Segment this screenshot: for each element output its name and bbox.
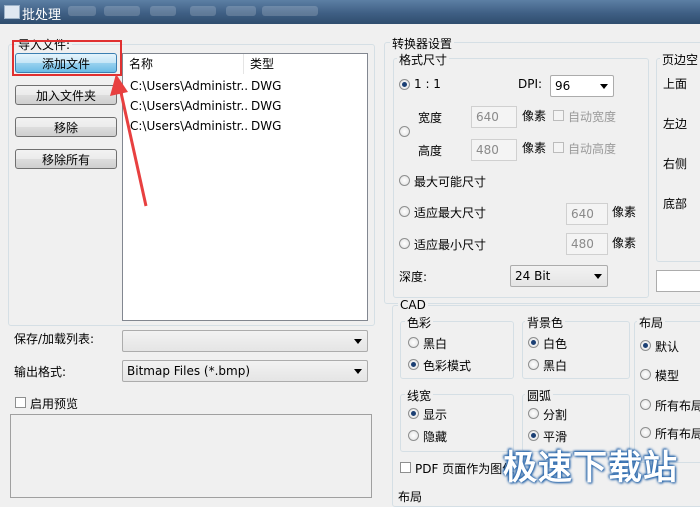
- file-row-type[interactable]: DWG: [245, 116, 351, 136]
- fit-min-unit-label: 像素: [612, 236, 637, 250]
- auto-width-label: 自动宽度: [568, 110, 617, 124]
- format-size-label: 格式尺寸: [397, 51, 450, 68]
- chevron-down-icon: [600, 84, 608, 89]
- bg-white-label: 白色: [543, 337, 568, 351]
- color-bw-radio[interactable]: [408, 337, 419, 348]
- enable-preview-checkbox[interactable]: [15, 397, 26, 408]
- layout-all2-radio[interactable]: [640, 427, 651, 438]
- fit-max-radio[interactable]: [399, 206, 410, 217]
- depth-value: 24 Bit: [515, 269, 551, 283]
- layout-all-radio[interactable]: [640, 399, 651, 410]
- height-input[interactable]: 480: [471, 139, 517, 161]
- watermark-logo: 极速下载站: [503, 448, 678, 488]
- pdf-as-image-checkbox[interactable]: [400, 462, 411, 473]
- layout-label: 布局: [637, 314, 666, 331]
- app-icon: [4, 5, 20, 19]
- arc-split-radio[interactable]: [528, 408, 539, 419]
- preview-area: [10, 414, 372, 498]
- blurred-tab: [104, 6, 140, 16]
- depth-label: 深度:: [399, 270, 428, 284]
- custom-size-radio[interactable]: [399, 126, 410, 137]
- color-mode-label: 色彩模式: [423, 359, 472, 373]
- margin-bottom-label: 底部: [663, 197, 688, 211]
- fit-min-label: 适应最小尺寸: [414, 238, 487, 252]
- enable-preview-label: 启用预览: [30, 397, 79, 411]
- bg-bw-label: 黑白: [543, 359, 568, 373]
- lineweight-label: 线宽: [405, 387, 434, 404]
- color-bw-label: 黑白: [423, 337, 448, 351]
- width-unit-label: 像素: [522, 109, 547, 123]
- layout-model-radio[interactable]: [640, 369, 651, 380]
- auto-height-checkbox[interactable]: [553, 142, 564, 153]
- fit-max-label: 适应最大尺寸: [414, 206, 487, 220]
- blurred-tab: [190, 6, 216, 16]
- arc-label: 圆弧: [525, 387, 554, 404]
- blurred-tab: [150, 6, 176, 16]
- height-label: 高度: [418, 144, 443, 158]
- lineweight-hide-label: 隐藏: [423, 430, 448, 444]
- layout-default-label: 默认: [655, 340, 680, 354]
- column-header-type[interactable]: 类型: [244, 54, 365, 74]
- margin-top-label: 上面: [663, 77, 688, 91]
- annotation-arrow-icon: [110, 74, 148, 207]
- title-bar: 批处理: [0, 0, 700, 24]
- max-possible-label: 最大可能尺寸: [414, 175, 487, 189]
- blurred-tab: [262, 6, 318, 16]
- file-row-type[interactable]: DWG: [245, 96, 351, 116]
- bg-white-radio[interactable]: [528, 337, 539, 348]
- background-label: 背景色: [525, 314, 566, 331]
- chevron-down-icon: [354, 369, 362, 374]
- blurred-tab: [226, 6, 256, 16]
- lineweight-hide-radio[interactable]: [408, 430, 419, 441]
- cad-label: CAD: [398, 298, 428, 312]
- fit-min-radio[interactable]: [399, 238, 410, 249]
- auto-width-checkbox[interactable]: [553, 110, 564, 121]
- margins-label: 页边空: [660, 51, 700, 68]
- fit-min-input[interactable]: 480: [566, 233, 608, 255]
- max-possible-radio[interactable]: [399, 175, 410, 186]
- ratio-1-1-radio[interactable]: [399, 79, 410, 90]
- converter-settings-label: 转换器设置: [390, 35, 455, 52]
- color-mode-radio[interactable]: [408, 359, 419, 370]
- width-label: 宽度: [418, 111, 443, 125]
- output-format-value: Bitmap Files (*.bmp): [127, 364, 250, 378]
- fit-max-unit-label: 像素: [612, 205, 637, 219]
- fit-max-input[interactable]: 640: [566, 203, 608, 225]
- depth-select[interactable]: 24 Bit: [510, 265, 608, 287]
- margin-right-label: 右侧: [663, 157, 688, 171]
- layout-model-label: 模型: [655, 369, 680, 383]
- arc-split-label: 分割: [543, 408, 568, 422]
- file-row-type[interactable]: DWG: [245, 76, 351, 96]
- height-unit-label: 像素: [522, 141, 547, 155]
- layout-default-radio[interactable]: [640, 340, 651, 351]
- pdf-as-image-label: PDF 页面作为图像: [415, 462, 515, 476]
- blurred-tab: [68, 6, 96, 16]
- dpi-label: DPI:: [518, 77, 543, 91]
- save-load-list-label: 保存/加载列表:: [14, 332, 95, 346]
- lineweight-show-label: 显示: [423, 408, 448, 422]
- chevron-down-icon: [354, 339, 362, 344]
- dpi-select[interactable]: 96: [550, 75, 614, 97]
- window-title: 批处理: [22, 8, 62, 23]
- auto-height-label: 自动高度: [568, 142, 617, 156]
- output-format-select[interactable]: Bitmap Files (*.bmp): [122, 360, 368, 382]
- ratio-1-1-label: 1 : 1: [414, 77, 441, 91]
- width-input[interactable]: 640: [471, 106, 517, 128]
- bg-bw-radio[interactable]: [528, 359, 539, 370]
- dpi-value: 96: [555, 79, 571, 93]
- chevron-down-icon: [594, 274, 602, 279]
- margin-extra-field[interactable]: [656, 270, 700, 292]
- save-load-list-select[interactable]: [122, 330, 368, 352]
- margin-left-label: 左边: [663, 117, 688, 131]
- output-format-label: 输出格式:: [14, 365, 67, 379]
- color-label: 色彩: [405, 314, 434, 331]
- lineweight-show-radio[interactable]: [408, 408, 419, 419]
- layout-all-label: 所有布局: [655, 399, 700, 413]
- cad-bottom-label: 布局: [398, 490, 423, 504]
